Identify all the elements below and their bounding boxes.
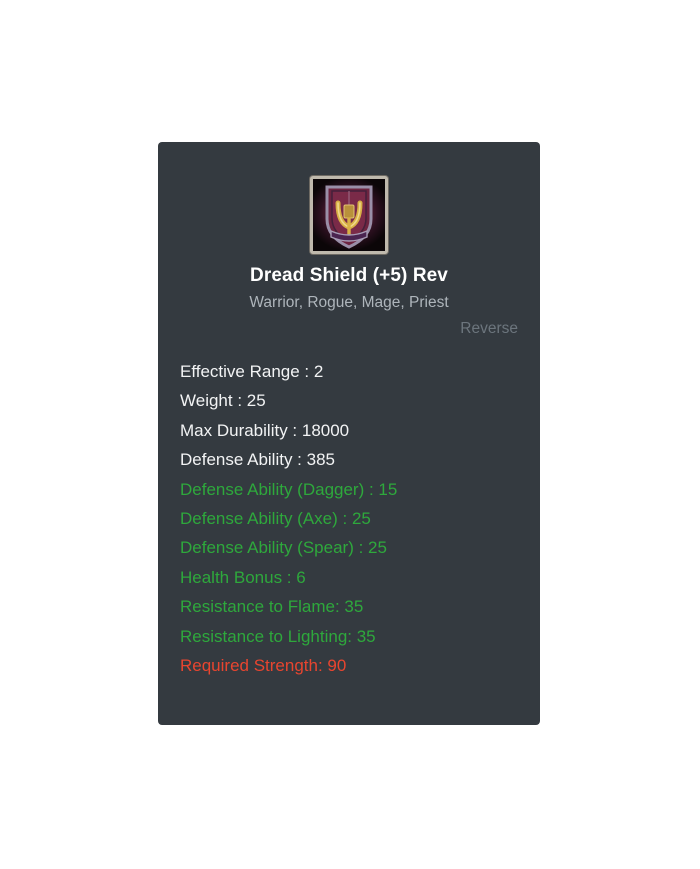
page-root: Dread Shield (+5) Rev Warrior, Rogue, Ma… xyxy=(0,0,700,869)
stat-line-defense-ability-spear: Defense Ability (Spear) : 25 xyxy=(180,538,387,558)
stat-line-resistance-flame: Resistance to Flame: 35 xyxy=(180,597,364,617)
reverse-link[interactable]: Reverse xyxy=(460,320,518,338)
item-title: Dread Shield (+5) Rev xyxy=(250,265,448,286)
stat-line-resistance-lighting: Resistance to Lighting: 35 xyxy=(180,626,376,646)
stat-line-defense-ability: Defense Ability : 385 xyxy=(180,450,335,470)
item-icon-container xyxy=(158,142,540,254)
stat-line-required-strength: Required Strength: 90 xyxy=(180,656,347,676)
item-tooltip-card: Dread Shield (+5) Rev Warrior, Rogue, Ma… xyxy=(158,142,540,725)
dread-shield-item-icon[interactable] xyxy=(310,176,388,254)
reverse-row: Reverse xyxy=(158,312,540,338)
stat-line-defense-ability-axe: Defense Ability (Axe) : 25 xyxy=(180,509,371,529)
stat-line-defense-ability-dagger: Defense Ability (Dagger) : 15 xyxy=(180,479,398,499)
item-stat-list: Effective Range : 2 Weight : 25 Max Dura… xyxy=(158,338,540,680)
stat-line-health-bonus: Health Bonus : 6 xyxy=(180,567,306,587)
item-class-list: Warrior, Rogue, Mage, Priest xyxy=(249,294,449,311)
stat-line-max-durability: Max Durability : 18000 xyxy=(180,420,350,440)
shield-icon xyxy=(325,185,373,249)
stat-line-effective-range: Effective Range : 2 xyxy=(180,362,324,381)
stat-line-weight: Weight : 25 xyxy=(180,391,266,411)
